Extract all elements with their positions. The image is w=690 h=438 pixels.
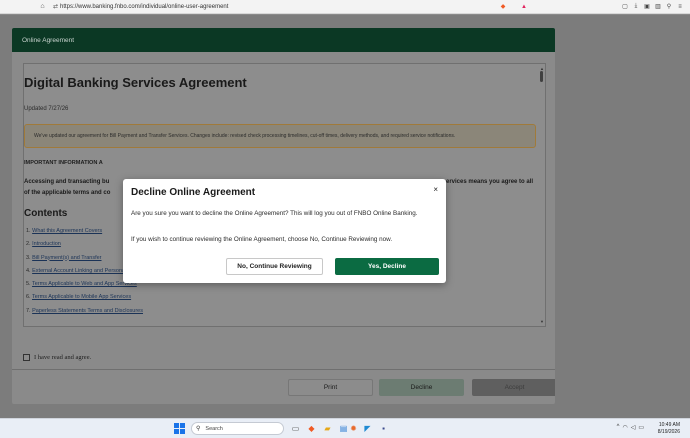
document-scrollbar[interactable]: ▲ ▼ [539,64,545,326]
updated-date: Updated 7/27/26 [24,106,69,112]
wallet-icon[interactable]: ▣ [643,2,651,11]
brave-rewards-icon[interactable]: ▲ [520,2,528,11]
applicable-text: of the applicable terms and co [24,190,111,196]
scrollbar-thumb[interactable] [540,71,543,82]
toc-link[interactable]: Introduction [32,241,61,247]
browser-toolbar: ⌂ ⇄ https://www.banking.fnbo.com/individ… [0,0,690,14]
lock-icon: ⇄ [53,4,59,10]
toc-link[interactable]: Terms Applicable to Web and App Services [32,281,137,287]
windows-start-icon[interactable] [174,423,185,434]
toc-item: 5. Terms Applicable to Web and App Servi… [26,281,137,288]
modal-message: Are you sure you want to decline the Onl… [131,210,418,217]
chevron-up-icon[interactable]: ^ [617,424,620,431]
accessing-text-left: Accessing and transacting bu [24,179,110,185]
taskbar-search[interactable]: ⚲ Search [191,422,284,435]
system-tray: ^ ◠ ◁ ▭ [617,424,644,431]
address-bar[interactable]: ⇄ https://www.banking.fnbo.com/individua… [53,2,228,12]
toc-link[interactable]: What this Agreement Covers [32,228,102,234]
footer-divider [12,369,555,370]
card-header-title: Online Agreement [22,36,75,44]
brave-browser-icon[interactable]: ◆ [306,423,317,434]
important-info-heading: IMPORTANT INFORMATION A [24,160,103,166]
volume-icon[interactable]: ◁ [631,424,636,431]
document-title: Digital Banking Services Agreement [24,75,247,90]
toc-item: 7. Paperless Statements Terms and Disclo… [26,307,143,314]
search-icon: ⚲ [196,426,201,432]
continue-reviewing-button[interactable]: No, Continue Reviewing [226,258,323,275]
downloads-icon[interactable]: ⤓ [632,2,640,11]
home-icon[interactable]: ⌂ [38,3,47,10]
print-button[interactable]: Print [288,379,373,396]
toc-item: 6. Terms Applicable to Mobile App Servic… [26,294,132,301]
wifi-icon[interactable]: ◠ [622,424,627,431]
decline-button[interactable]: Decline [379,379,464,396]
file-explorer-icon[interactable]: ▰ [322,423,333,434]
terminal-icon[interactable]: ▪ [378,423,389,434]
agree-label: I have read and agree. [34,354,92,361]
accept-button[interactable]: Accept [472,379,555,396]
toc-link[interactable]: Paperless Statements Terms and Disclosur… [32,308,143,314]
brave-shield-icon[interactable]: ◆ [499,2,507,11]
sidebar-icon[interactable]: ▥ [654,2,662,11]
app-icon[interactable]: ✹ [348,423,359,434]
contents-heading: Contents [24,208,68,219]
page-overlay: Online Agreement Digital Banking Service… [0,15,690,418]
menu-icon[interactable]: ≡ [676,2,684,11]
toc-link[interactable]: Bill Payment(s) and Transfer [32,255,101,261]
modal-instruction: If you wish to continue reviewing the On… [131,236,393,243]
url-text[interactable]: https://www.banking.fnbo.com/individual/… [60,4,228,10]
task-view-icon[interactable]: ▭ [290,423,301,434]
agree-checkbox[interactable] [23,354,30,361]
toc-link[interactable]: Terms Applicable to Mobile App Services [32,294,131,300]
notice-text: We've updated our agreement for Bill Pay… [34,133,456,139]
battery-icon[interactable]: ▭ [638,424,644,431]
browser-extensions: ◆ ▲ ▢ ⤓ ▣ ▥ ⚲ ≡ [499,2,684,11]
taskbar-clock[interactable]: 10:49 AM 8/19/2026 [658,422,680,436]
location-icon[interactable]: ⚲ [665,2,673,11]
card-header: Online Agreement [12,28,555,52]
search-placeholder: Search [205,425,223,432]
vscode-icon[interactable]: ◤ [362,423,373,434]
accessing-text-right: ervices means you agree to all [446,179,534,185]
agree-checkbox-row[interactable]: I have read and agree. [23,354,91,361]
update-notice: We've updated our agreement for Bill Pay… [24,124,536,148]
scroll-down-icon[interactable]: ▼ [540,319,544,324]
modal-title: Decline Online Agreement [131,187,256,198]
windows-taskbar: ⚲ Search ▭ ◆ ▰ ▤ ✹ ◤ ▪ ^ ◠ ◁ ▭ 10:49 AM … [0,418,690,438]
yes-decline-button[interactable]: Yes, Decline [335,258,439,275]
clock-time: 10:49 AM [658,422,680,428]
extension-icon[interactable]: ▢ [621,2,629,11]
decline-modal: Decline Online Agreement × Are you sure … [123,179,446,283]
close-icon[interactable]: × [433,185,438,194]
clock-date: 8/19/2026 [657,429,680,435]
